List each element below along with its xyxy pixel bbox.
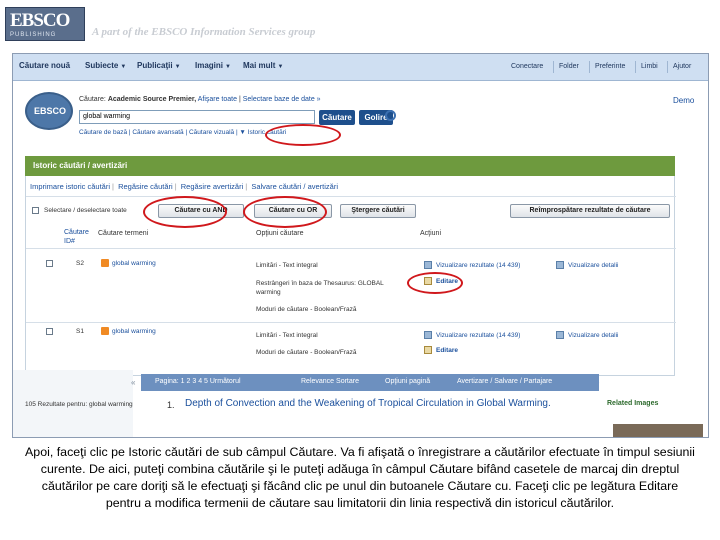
related-image-thumbnails[interactable] bbox=[613, 424, 703, 437]
search-in-label: Căutare: bbox=[79, 96, 106, 103]
history-tabs: Imprimare istoric căutări | Regăsire căut… bbox=[30, 182, 339, 191]
row-checkbox-s2[interactable] bbox=[46, 260, 53, 267]
demo-link[interactable]: Demo bbox=[673, 96, 694, 105]
related-images-heading[interactable]: Related Images bbox=[607, 400, 658, 407]
tab-save-searches[interactable]: Salvare căutări / avertizări bbox=[251, 182, 338, 191]
chevron-down-icon: ▼ bbox=[174, 64, 181, 70]
banner-tagline: A part of the EBSCO Information Services… bbox=[92, 26, 316, 38]
nav-divider bbox=[667, 61, 668, 73]
select-all-label: Selectare / deselectare toate bbox=[44, 207, 127, 214]
instruction-caption: Apoi, faceţi clic pe Istoric căutări de … bbox=[25, 445, 695, 510]
alert-save-share-menu[interactable]: Avertizare / Salvare / Partajare bbox=[457, 378, 552, 385]
nav-new-search[interactable]: Căutare nouă bbox=[19, 61, 70, 70]
row-option: Limitări - Text integral bbox=[256, 262, 318, 269]
help-icon[interactable] bbox=[385, 110, 396, 121]
row-option: Moduri de căutare - Boolean/Frază bbox=[256, 306, 357, 313]
result-title-link[interactable]: Depth of Convection and the Weakening of… bbox=[185, 398, 551, 409]
column-search-terms: Căutare termeni bbox=[98, 230, 149, 237]
top-banner: EBSCO PUBLISHING A part of the EBSCO Inf… bbox=[0, 0, 720, 48]
edit-link[interactable]: Editare bbox=[436, 347, 458, 354]
result-number: 1. bbox=[167, 400, 175, 410]
app-screenshot: Căutare nouă Subiecte ▼ Publicaţii ▼ Imagi… bbox=[12, 53, 709, 438]
view-results-link[interactable]: Vizualizare rezultate (14 439) bbox=[436, 332, 520, 339]
nav-more[interactable]: Mai mult ▼ bbox=[243, 61, 283, 70]
details-icon[interactable] bbox=[556, 331, 564, 339]
nav-divider bbox=[589, 61, 590, 73]
search-history-title: Istoric căutări / avertizări bbox=[33, 161, 128, 170]
nav-divider bbox=[553, 61, 554, 73]
tab-print-history[interactable]: Imprimare istoric căutări bbox=[30, 182, 110, 191]
view-details-link[interactable]: Vizualizare detalii bbox=[568, 262, 618, 269]
rss-icon[interactable] bbox=[101, 259, 109, 267]
chevron-down-icon: ▼ bbox=[277, 64, 284, 70]
column-search-id[interactable]: Căutare ID# bbox=[64, 228, 89, 246]
logo-main-text: EBSCO bbox=[10, 10, 70, 31]
view-results-link[interactable]: Vizualizare rezultate (14 439) bbox=[436, 262, 520, 269]
search-database-line: Căutare: Academic Source Premier, Afişar… bbox=[79, 96, 321, 103]
nav-subjects[interactable]: Subiecte ▼ bbox=[85, 61, 126, 70]
nav-folder[interactable]: Folder bbox=[559, 63, 579, 70]
nav-preferences[interactable]: Preferinte bbox=[595, 63, 625, 70]
nav-sign-in[interactable]: Conectare bbox=[511, 63, 543, 70]
tab-retrieve-searches[interactable]: Regăsire căutări bbox=[118, 182, 173, 191]
database-name: Academic Source Premier, bbox=[107, 96, 197, 103]
delete-searches-button[interactable]: Ştergere căutări bbox=[340, 204, 416, 218]
row-checkbox-s1[interactable] bbox=[46, 328, 53, 335]
edit-icon[interactable] bbox=[424, 346, 432, 354]
row-term[interactable]: global warming bbox=[112, 260, 156, 267]
row-id: S1 bbox=[76, 328, 84, 335]
column-actions: Acţiuni bbox=[420, 230, 442, 237]
select-databases-link[interactable]: Selectare baze de date » bbox=[243, 96, 321, 103]
search-button[interactable]: Căutare bbox=[319, 110, 355, 125]
ebsco-logo: EBSCO PUBLISHING bbox=[5, 7, 85, 41]
row-option: Limitări - Text integral bbox=[256, 332, 318, 339]
row-term[interactable]: global warming bbox=[112, 328, 156, 335]
select-all-checkbox[interactable] bbox=[32, 207, 39, 214]
ebsco-host-logo: EBSCO bbox=[25, 92, 73, 130]
pagination[interactable]: Pagina: 1 2 3 4 5 Următorul bbox=[155, 378, 241, 385]
show-all-link[interactable]: Afişare toate bbox=[198, 96, 237, 103]
highlight-ring-search-history bbox=[265, 124, 341, 146]
highlight-ring-and-button bbox=[143, 196, 227, 228]
tab-retrieve-alerts[interactable]: Regăsire avertizări bbox=[181, 182, 244, 191]
divider bbox=[26, 248, 676, 249]
rss-icon[interactable] bbox=[101, 327, 109, 335]
search-history-panel: Imprimare istoric căutări | Regăsire căut… bbox=[25, 176, 676, 376]
divider bbox=[26, 196, 676, 197]
nav-divider bbox=[635, 61, 636, 73]
chevron-down-icon: ▼ bbox=[225, 64, 231, 70]
chevron-down-icon: ▼ bbox=[120, 64, 127, 70]
results-toolbar: Pagina: 1 2 3 4 5 Următorul Relevance So… bbox=[141, 374, 599, 391]
highlight-ring-edit-link bbox=[407, 272, 463, 294]
results-icon[interactable] bbox=[424, 261, 432, 269]
view-details-link[interactable]: Vizualizare detalii bbox=[568, 332, 618, 339]
search-mode-links[interactable]: Căutare de bază | Căutare avansată | Cău… bbox=[79, 129, 286, 136]
highlight-ring-or-button bbox=[243, 196, 327, 228]
results-count-title: 105 Rezultate pentru: global warming bbox=[25, 401, 133, 408]
search-input[interactable]: global warming bbox=[79, 110, 315, 124]
results-icon[interactable] bbox=[424, 331, 432, 339]
sort-relevance-menu[interactable]: Relevance Sortare bbox=[301, 378, 359, 385]
row-option: Moduri de căutare - Boolean/Frază bbox=[256, 349, 357, 356]
nav-publications[interactable]: Publicaţii ▼ bbox=[137, 61, 181, 70]
divider bbox=[26, 322, 676, 323]
search-history-header: Istoric căutări / avertizări bbox=[25, 156, 675, 176]
page-options-menu[interactable]: Opţiuni pagină bbox=[385, 378, 430, 385]
nav-images[interactable]: Imagini ▼ bbox=[195, 61, 231, 70]
details-icon[interactable] bbox=[556, 261, 564, 269]
row-option: Restrângeri în baza de Thesaurus: GLOBAL… bbox=[256, 280, 384, 296]
column-search-options: Opţiuni căutare bbox=[256, 230, 304, 237]
top-nav: Căutare nouă Subiecte ▼ Publicaţii ▼ Imagi… bbox=[13, 54, 708, 81]
logo-sub-text: PUBLISHING bbox=[10, 32, 57, 38]
row-id: S2 bbox=[76, 260, 84, 267]
nav-help[interactable]: Ajutor bbox=[673, 63, 691, 70]
collapse-left-icon[interactable]: « bbox=[131, 378, 135, 387]
refresh-results-button[interactable]: Reîmprospătare rezultate de căutare bbox=[510, 204, 670, 218]
nav-languages[interactable]: Limbi bbox=[641, 63, 658, 70]
